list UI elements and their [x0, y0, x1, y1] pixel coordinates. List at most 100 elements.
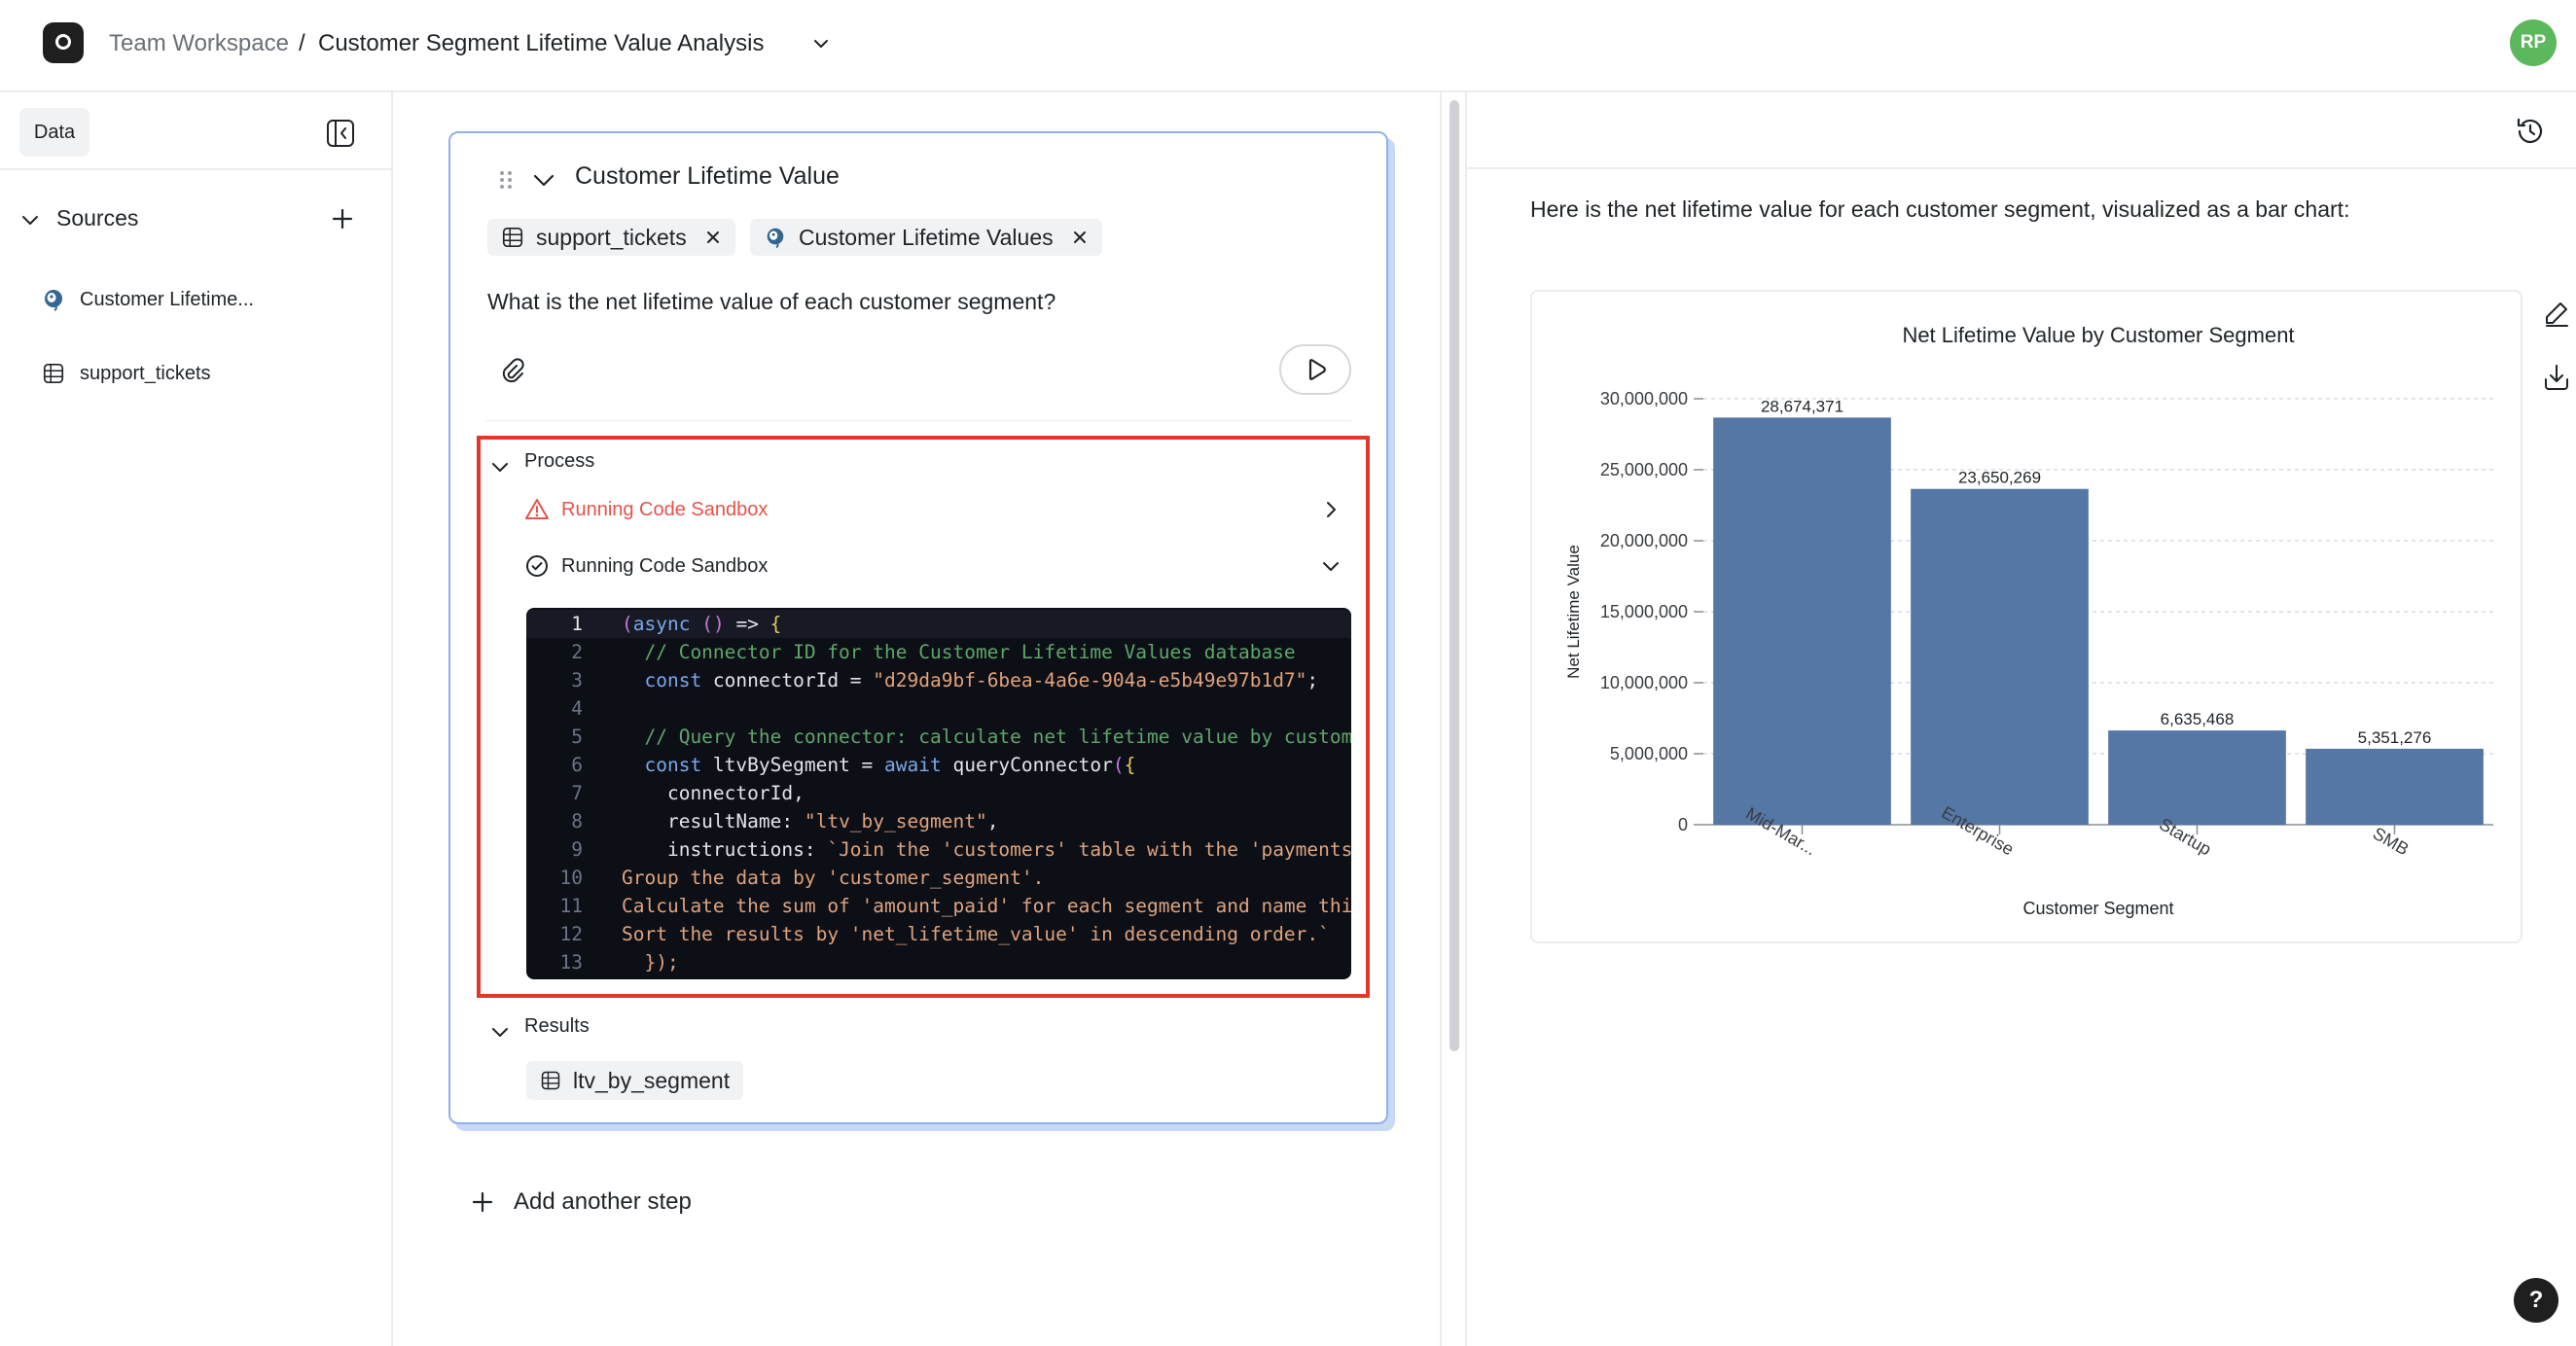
- step-title[interactable]: Customer Lifetime Value: [575, 162, 840, 191]
- process-step-success[interactable]: Running Code Sandbox: [524, 549, 1342, 584]
- code-editor[interactable]: 1 (async () => {2 // Connector ID for the…: [526, 608, 1351, 979]
- line-number: 13: [559, 951, 583, 974]
- code-text: instructions: `Join the 'customers' tabl…: [622, 838, 1351, 861]
- line-number: 9: [571, 838, 583, 861]
- sidebar-item-customer-lifetime[interactable]: Customer Lifetime...: [41, 280, 362, 319]
- code-text: connectorId,: [622, 782, 805, 804]
- line-number: 3: [571, 669, 583, 691]
- collapse-sidebar-icon[interactable]: [325, 118, 356, 149]
- bar: [1713, 417, 1891, 825]
- code-text: // Query the connector: calculate net li…: [622, 726, 1351, 748]
- attach-icon[interactable]: [497, 355, 528, 386]
- code-text: resultName: "ltv_by_segment",: [622, 810, 999, 832]
- line-number: 5: [571, 726, 583, 748]
- source-chip-support-tickets[interactable]: support_tickets: [487, 219, 735, 256]
- code-text: Sort the results by 'net_lifetime_value'…: [622, 923, 1330, 945]
- result-chip-ltv-by-segment[interactable]: ltv_by_segment: [526, 1061, 744, 1100]
- code-line: 1 (async () => {: [526, 610, 1351, 638]
- divider: [485, 420, 1351, 421]
- code-line: 9 instructions: `Join the 'customers' ta…: [526, 835, 1351, 864]
- process-step-label: Running Code Sandbox: [561, 498, 769, 520]
- x-axis-label: Customer Segment: [2022, 899, 2173, 918]
- bar-value-label: 28,674,371: [1761, 397, 1843, 415]
- line-number: 11: [559, 895, 583, 917]
- line-number: 8: [571, 810, 583, 832]
- bar: [1911, 488, 2089, 825]
- question-text[interactable]: What is the net lifetime value of each c…: [487, 289, 1055, 315]
- y-tick-label: 15,000,000: [1600, 602, 1688, 621]
- chip-label: Customer Lifetime Values: [799, 224, 1054, 250]
- add-source-icon[interactable]: [329, 205, 356, 232]
- table-icon: [41, 361, 66, 386]
- bar: [2108, 730, 2286, 825]
- play-icon: [1308, 359, 1326, 380]
- chevron-down-icon[interactable]: [489, 1021, 511, 1043]
- bar-value-label: 5,351,276: [2358, 728, 2432, 747]
- drag-handle-icon[interactable]: [497, 168, 515, 192]
- y-tick-label: 5,000,000: [1610, 744, 1688, 763]
- help-button[interactable]: ?: [2514, 1278, 2558, 1323]
- sidebar-divider: [0, 168, 391, 170]
- avatar[interactable]: RP: [2510, 19, 2557, 66]
- code-text: (async () => {: [622, 613, 782, 635]
- chevron-down-icon[interactable]: [809, 32, 833, 55]
- sidebar: Data Sources Customer Lifetime... suppor…: [0, 92, 393, 1346]
- step-card: Customer Lifetime Value support_tickets …: [448, 131, 1388, 1124]
- source-chip-customer-lifetime-values[interactable]: Customer Lifetime Values: [750, 219, 1102, 256]
- code-text: // Connector ID for the Customer Lifetim…: [622, 641, 1296, 663]
- line-number: 6: [571, 754, 583, 776]
- code-line: 4: [526, 694, 1351, 723]
- code-text: Calculate the sum of 'amount_paid' for e…: [622, 895, 1351, 917]
- edit-pencil-icon[interactable]: [2541, 298, 2572, 329]
- download-icon[interactable]: [2541, 362, 2572, 393]
- code-line: 7 connectorId,: [526, 779, 1351, 807]
- close-icon[interactable]: [1071, 229, 1089, 246]
- chevron-right-icon[interactable]: [1320, 499, 1342, 520]
- close-icon[interactable]: [704, 229, 722, 246]
- answer-text: Here is the net lifetime value for each …: [1530, 196, 2350, 222]
- add-step-button[interactable]: Add another step: [471, 1188, 692, 1216]
- y-tick-label: 30,000,000: [1600, 389, 1688, 408]
- chevron-down-icon[interactable]: [489, 456, 511, 478]
- page-title[interactable]: Customer Segment Lifetime Value Analysis: [318, 29, 764, 58]
- y-tick-label: 10,000,000: [1600, 673, 1688, 692]
- code-line: 10 Group the data by 'customer_segment'.: [526, 864, 1351, 892]
- code-line: 5 // Query the connector: calculate net …: [526, 723, 1351, 751]
- y-tick-label: 20,000,000: [1600, 531, 1688, 550]
- process-step-error[interactable]: Running Code Sandbox: [524, 492, 1342, 527]
- code-text: Group the data by 'customer_segment'.: [622, 867, 1045, 889]
- line-number: 1: [571, 613, 583, 635]
- tab-data[interactable]: Data: [19, 108, 89, 157]
- plus-icon: [472, 1191, 493, 1213]
- breadcrumb-separator: /: [299, 30, 305, 56]
- breadcrumb-workspace[interactable]: Team Workspace: [109, 29, 289, 58]
- line-number: 10: [559, 867, 583, 889]
- chevron-down-icon[interactable]: [1320, 555, 1342, 577]
- divider: [1467, 167, 2576, 169]
- y-tick-label: 25,000,000: [1600, 460, 1688, 479]
- chevron-down-icon[interactable]: [19, 209, 41, 230]
- postgres-elephant-icon: [764, 226, 787, 249]
- app-logo[interactable]: [43, 22, 84, 63]
- code-line: 11 Calculate the sum of 'amount_paid' for…: [526, 892, 1351, 920]
- scrollbar-thumb[interactable]: [1449, 100, 1459, 1051]
- code-text: const ltvBySegment = await queryConnecto…: [644, 754, 1136, 776]
- code-text: const connectorId = "d29da9bf-6bea-4a6e-…: [644, 669, 1319, 691]
- scrollbar[interactable]: [1440, 92, 1467, 1346]
- bar-value-label: 23,650,269: [1958, 469, 2041, 487]
- sidebar-item-support-tickets[interactable]: support_tickets: [41, 354, 362, 393]
- run-button[interactable]: [1279, 344, 1351, 395]
- check-circle-icon: [526, 555, 548, 577]
- line-number: 4: [571, 697, 583, 720]
- history-icon[interactable]: [2514, 115, 2547, 148]
- chevron-down-icon[interactable]: [530, 166, 557, 194]
- bar-value-label: 6,635,468: [2161, 710, 2235, 728]
- table-icon: [540, 1070, 561, 1091]
- bar-chart: Net Lifetime Value by Customer Segment 0 5…: [1564, 323, 2493, 918]
- line-number: 12: [559, 923, 583, 945]
- chart-title: Net Lifetime Value by Customer Segment: [1902, 323, 2294, 347]
- sidebar-item-label: Customer Lifetime...: [80, 288, 254, 310]
- bar: [2306, 748, 2484, 825]
- code-line: 3 const connectorId = "d29da9bf-6bea-4a6…: [526, 666, 1351, 694]
- top-bar: Team Workspace / Customer Segment Lifeti…: [0, 0, 2576, 92]
